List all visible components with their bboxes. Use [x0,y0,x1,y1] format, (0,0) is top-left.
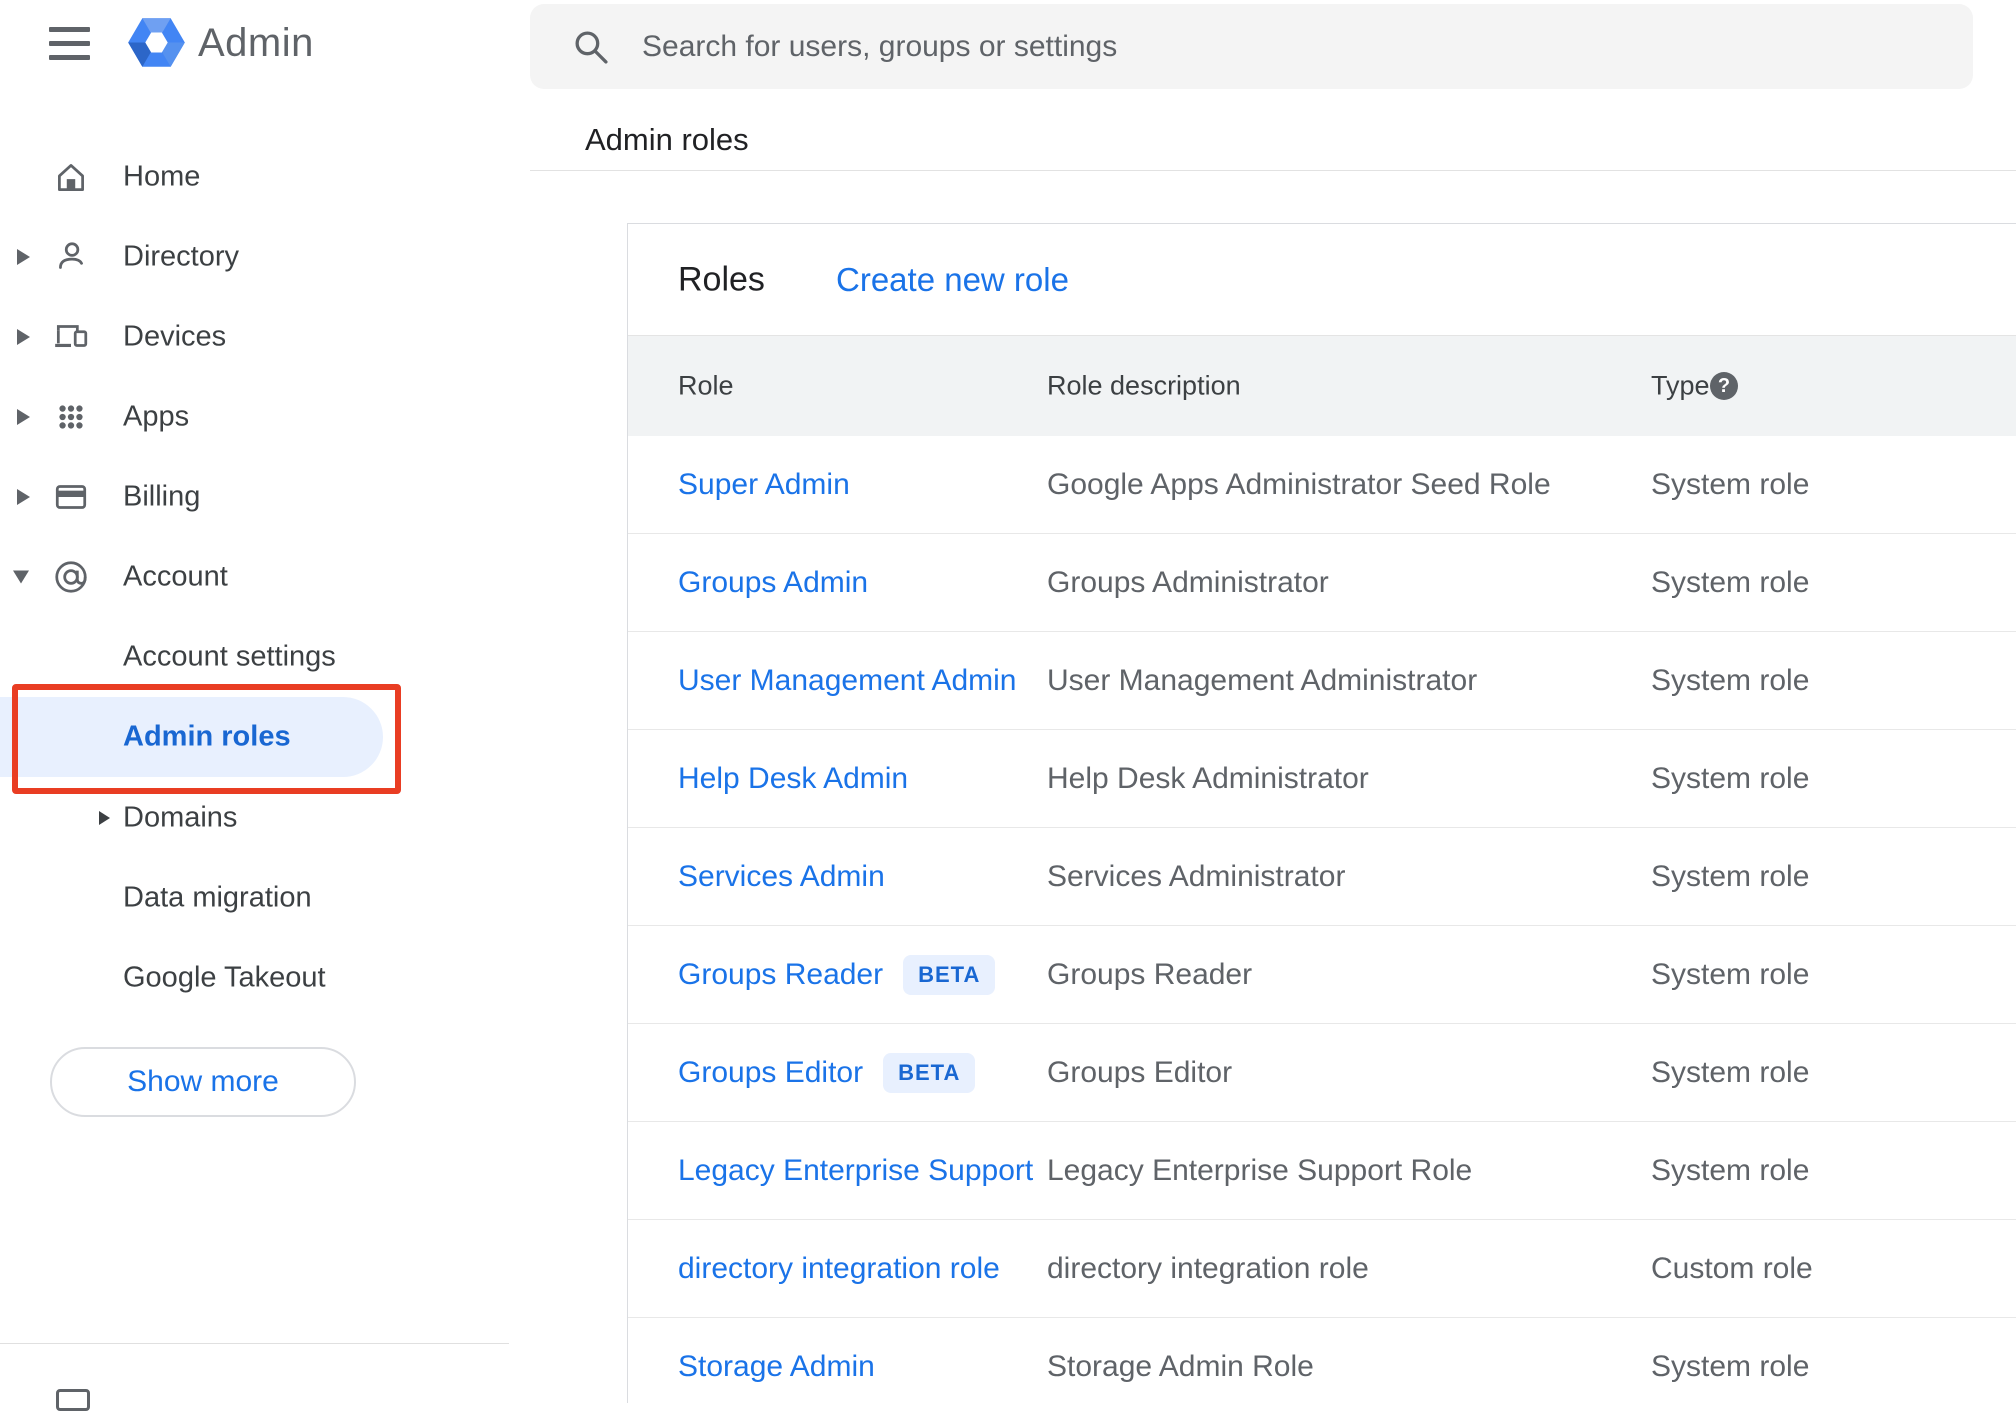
role-link[interactable]: Groups Editor BETA [678,1052,976,1093]
table-row[interactable]: Groups Editor BETA Groups Editor System … [628,1024,2016,1122]
sidebar-item-label: Google Takeout [123,961,326,994]
chevron-right-icon[interactable] [17,249,30,265]
role-type: System role [1651,859,1810,893]
menu-icon[interactable] [49,27,90,60]
chevron-right-icon[interactable] [17,329,30,345]
show-more-button[interactable]: Show more [50,1047,356,1117]
role-link[interactable]: Super Admin [678,468,850,502]
sidebar-item-apps[interactable]: Apps [0,377,500,457]
role-type: System role [1651,761,1810,795]
table-row[interactable]: Groups Admin Groups Administrator System… [628,534,2016,632]
role-link[interactable]: Legacy Enterprise Support [678,1154,1033,1188]
role-link[interactable]: Groups Admin [678,566,868,600]
chevron-right-icon[interactable] [17,489,30,505]
sidebar-item-account-settings[interactable]: Account settings [0,617,500,697]
sidebar-item-label: Domains [123,801,238,834]
role-link[interactable]: Groups Reader BETA [678,954,996,995]
role-description: Storage Admin Role [1047,1350,1314,1383]
sidebar-item-billing[interactable]: Billing [0,457,500,537]
role-description: Groups Reader [1047,957,1253,991]
sidebar-item-label: Directory [123,240,240,273]
product-title: Admin [198,21,314,65]
sidebar-item-label: Billing [123,480,201,513]
role-link[interactable]: Help Desk Admin [678,762,908,796]
sidebar-item-admin-roles[interactable]: Admin roles [0,697,500,777]
sidebar-item-home[interactable]: Home [0,137,500,217]
column-header-type: Type [1651,370,1710,401]
role-link-label: Groups Editor [678,1055,864,1089]
role-type: System role [1651,957,1810,991]
table-row[interactable]: directory integration role directory int… [628,1220,2016,1318]
sidebar-item-google-takeout[interactable]: Google Takeout [0,938,500,1018]
search-icon [575,31,608,64]
role-link-label: Groups Reader [678,957,884,991]
table-row[interactable]: Groups Reader BETA Groups Reader System … [628,926,2016,1024]
sidebar-item-directory[interactable]: Directory [0,217,500,297]
sidebar-item-devices[interactable]: Devices [0,297,500,377]
help-icon[interactable]: ? [1710,372,1738,400]
header-divider [530,170,2016,171]
column-header-description: Role description [1047,370,1241,401]
role-link[interactable]: Storage Admin [678,1350,875,1384]
column-header-role: Role [678,370,734,401]
role-description: Services Administrator [1047,859,1346,893]
admin-logo-icon [128,18,185,67]
sidebar-item-label: Apps [123,400,190,433]
role-link[interactable]: User Management Admin [678,664,1017,698]
create-new-role-link[interactable]: Create new role [836,261,1069,299]
chevron-right-icon[interactable] [17,409,30,425]
person-icon [59,242,83,269]
card-header: Roles Create new role [628,224,2016,335]
role-description: Google Apps Administrator Seed Role [1047,467,1551,501]
breadcrumb: Admin roles [585,122,749,157]
home-icon [58,164,84,192]
role-description: User Management Administrator [1047,663,1478,697]
role-type: System role [1651,663,1810,697]
role-description: Legacy Enterprise Support Role [1047,1153,1473,1187]
search-bar[interactable] [530,4,1973,89]
sidebar-item-account[interactable]: Account [0,537,500,617]
table-row[interactable]: Help Desk Admin Help Desk Administrator … [628,730,2016,828]
role-type: System role [1651,1350,1810,1383]
role-description: Help Desk Administrator [1047,761,1369,795]
table-row[interactable]: Super Admin Google Apps Administrator Se… [628,436,2016,534]
chevron-down-icon[interactable] [13,570,29,584]
role-description: directory integration role [1047,1251,1369,1285]
role-description: Groups Editor [1047,1055,1233,1089]
role-type: Custom role [1651,1251,1813,1285]
role-type: System role [1651,1055,1810,1089]
sidebar-item-label: Account [123,560,228,593]
table-row[interactable]: Storage Admin Storage Admin Role System … [628,1318,2016,1416]
role-type: System role [1651,565,1810,599]
role-type: System role [1651,467,1810,501]
roles-card: Roles Create new role Role Role descript… [627,223,2016,1403]
table-row[interactable]: Services Admin Services Administrator Sy… [628,828,2016,926]
role-link[interactable]: Services Admin [678,860,885,894]
sidebar-item-domains[interactable]: Domains [0,778,500,858]
apps-grid-icon [59,405,83,429]
sidebar-item-label: Data migration [123,881,312,914]
show-more-label: Show more [127,1065,279,1098]
beta-badge: BETA [883,1052,976,1093]
sidebar-item-label: Admin roles [123,720,291,753]
search-input[interactable] [642,4,1942,89]
card-title: Roles [678,260,765,298]
table-row[interactable]: Legacy Enterprise Support Legacy Enterpr… [628,1122,2016,1220]
at-sign-icon [55,561,87,593]
role-link[interactable]: directory integration role [678,1252,1000,1286]
chevron-right-icon[interactable] [99,811,110,825]
devices-icon [55,325,88,348]
beta-badge: BETA [903,954,996,995]
sidebar-item-label: Devices [123,320,227,353]
credit-card-icon [55,485,87,509]
sidebar-item-label: Account settings [123,640,336,673]
role-type: System role [1651,1153,1810,1187]
table-header-row: Role Role description Type ? [628,335,2016,436]
sidebar-item-label: Home [123,160,201,193]
sidebar-item-data-migration[interactable]: Data migration [0,858,500,938]
table-row[interactable]: User Management Admin User Management Ad… [628,632,2016,730]
sidebar-divider [0,1343,509,1344]
role-description: Groups Administrator [1047,565,1329,599]
clipped-bottom-icon [56,1389,90,1411]
